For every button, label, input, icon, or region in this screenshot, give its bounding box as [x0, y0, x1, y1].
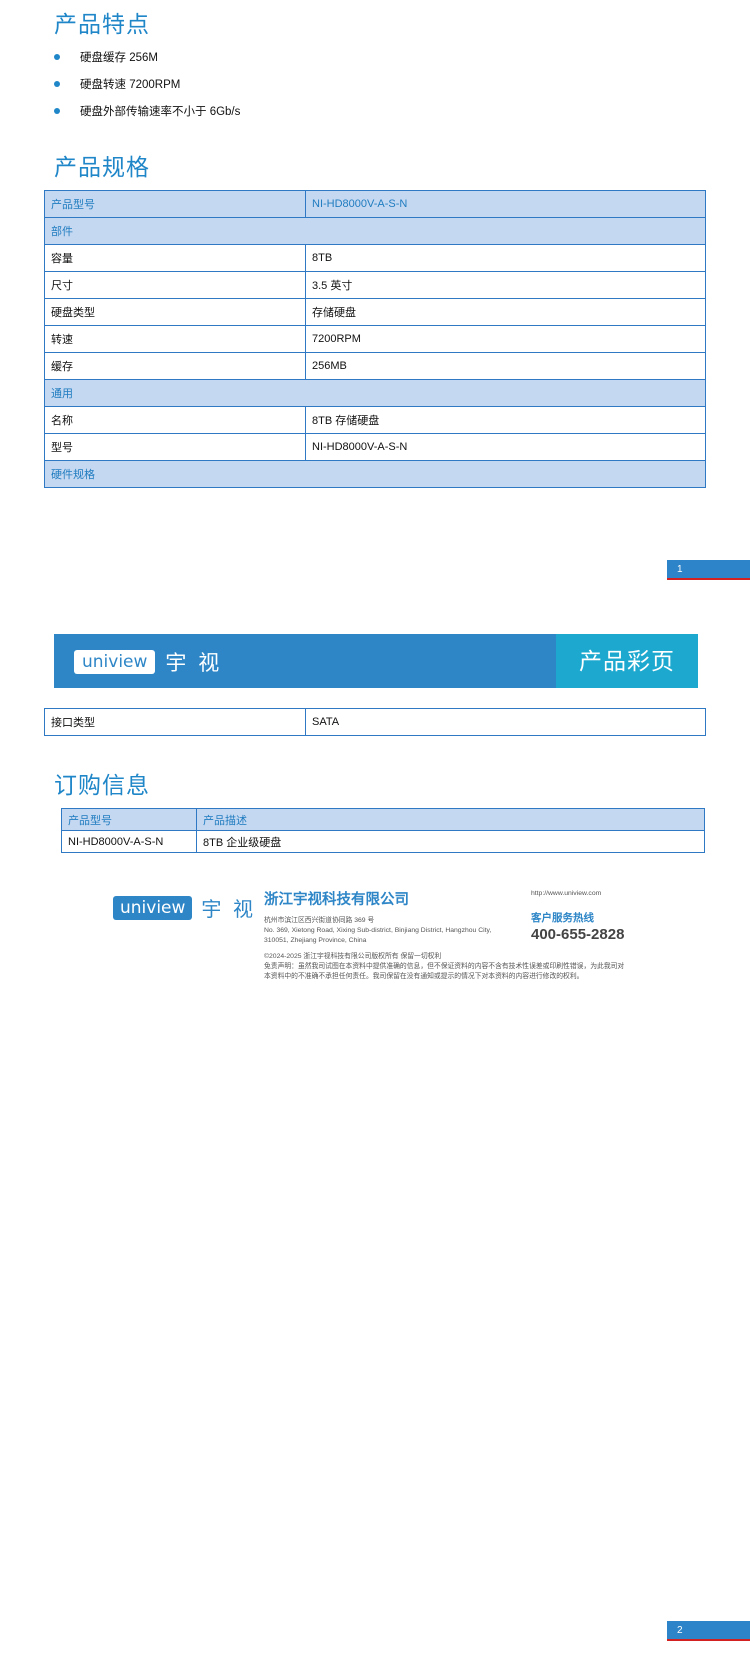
page-number: 2: [667, 1621, 750, 1641]
header-banner: uniview 宇 视 产品彩页: [54, 634, 698, 688]
list-item: 硬盘转速 7200RPM: [54, 70, 240, 97]
list-item: 硬盘缓存 256M: [54, 43, 240, 70]
table-row: NI-HD8000V-A-S-N 8TB 企业级硬盘: [61, 830, 705, 853]
list-item: 硬盘外部传输速率不小于 6Gb/s: [54, 97, 240, 124]
section-row: 通用: [44, 379, 706, 407]
table-row: 缓存 256MB: [44, 352, 706, 380]
bullet-icon: [54, 107, 60, 114]
company-address: 杭州市滨江区西兴街道协同路 369 号 No. 369, Xietong Roa…: [264, 917, 492, 944]
logo-chinese: 宇 视: [165, 652, 223, 675]
bullet-icon: [54, 53, 60, 60]
table-row: 接口类型 SATA: [44, 708, 706, 736]
table-row: 硬盘类型 存储硬盘: [44, 298, 706, 326]
hotline-number: 400-655-2828: [531, 926, 625, 943]
logo-wordmark: uniview: [113, 895, 193, 920]
order-title: 订购信息: [54, 772, 150, 798]
table-row: 型号 NI-HD8000V-A-S-N: [44, 433, 706, 461]
logo-wordmark: uniview: [74, 650, 156, 674]
table-row: 容量 8TB: [44, 244, 706, 272]
legal-text: ©2024-2025 浙江宇视科技有限公司版权所有 保留一切权利 免责声明：虽然…: [264, 953, 625, 980]
features-list: 硬盘缓存 256M 硬盘转速 7200RPM 硬盘外部传输速率不小于 6Gb/s: [54, 43, 240, 124]
footer-logo: uniview 宇 视: [113, 893, 256, 922]
table-row: 尺寸 3.5 英寸: [44, 271, 706, 299]
spec-table-continued: 接口类型 SATA: [44, 708, 706, 736]
bullet-icon: [54, 80, 60, 87]
banner-title: 产品彩页: [556, 634, 698, 688]
spec-table: 产品型号 NI-HD8000V-A-S-N 部件 容量 8TB 尺寸 3.5 英寸 …: [44, 190, 706, 488]
section-row: 部件: [44, 217, 706, 245]
page-number: 1: [667, 560, 750, 580]
table-row: 名称 8TB 存储硬盘: [44, 406, 706, 434]
order-table: 产品型号 产品描述 NI-HD8000V-A-S-N 8TB 企业级硬盘: [61, 808, 705, 853]
website-link[interactable]: http://www.uniview.com: [531, 889, 601, 899]
table-row: 产品型号 产品描述: [61, 808, 705, 831]
specs-title: 产品规格: [54, 154, 150, 180]
logo: uniview 宇 视: [74, 647, 222, 677]
logo-chinese: 宇 视: [201, 899, 256, 921]
table-row: 产品型号 NI-HD8000V-A-S-N: [44, 190, 706, 218]
features-title: 产品特点: [54, 11, 150, 37]
table-row: 转速 7200RPM: [44, 325, 706, 353]
section-row: 硬件规格: [44, 460, 706, 488]
company-name: 浙江宇视科技有限公司: [264, 892, 409, 908]
hotline-label: 客户服务热线: [531, 912, 594, 924]
